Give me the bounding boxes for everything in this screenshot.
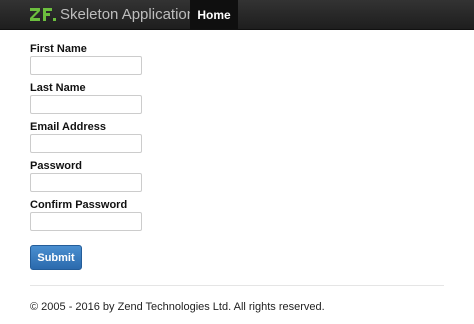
first-name-label: First Name bbox=[30, 43, 87, 55]
last-name-label: Last Name bbox=[30, 82, 86, 94]
email-input[interactable] bbox=[30, 134, 142, 153]
confirm-password-label: Confirm Password bbox=[30, 199, 128, 211]
nav-home-link[interactable]: Home bbox=[190, 0, 238, 29]
last-name-input[interactable] bbox=[30, 95, 142, 114]
email-field: Email Address bbox=[30, 121, 142, 160]
registration-form: First Name Last Name Email Address Passw… bbox=[30, 43, 142, 238]
password-field: Password bbox=[30, 160, 142, 199]
footer-divider bbox=[30, 285, 444, 286]
password-label: Password bbox=[30, 160, 82, 172]
confirm-password-field: Confirm Password bbox=[30, 199, 142, 238]
last-name-field: Last Name bbox=[30, 82, 142, 121]
first-name-input[interactable] bbox=[30, 56, 142, 75]
submit-button[interactable]: Submit bbox=[30, 245, 82, 270]
password-input[interactable] bbox=[30, 173, 142, 192]
footer-copyright: © 2005 - 2016 by Zend Technologies Ltd. … bbox=[30, 301, 325, 313]
top-navbar: Skeleton Application Home bbox=[0, 0, 474, 30]
brand-link[interactable]: Skeleton Application bbox=[30, 3, 195, 25]
zend-framework-logo-icon bbox=[30, 7, 56, 21]
brand-text: Skeleton Application bbox=[60, 5, 196, 23]
confirm-password-input[interactable] bbox=[30, 212, 142, 231]
email-label: Email Address bbox=[30, 121, 107, 133]
first-name-field: First Name bbox=[30, 43, 142, 82]
